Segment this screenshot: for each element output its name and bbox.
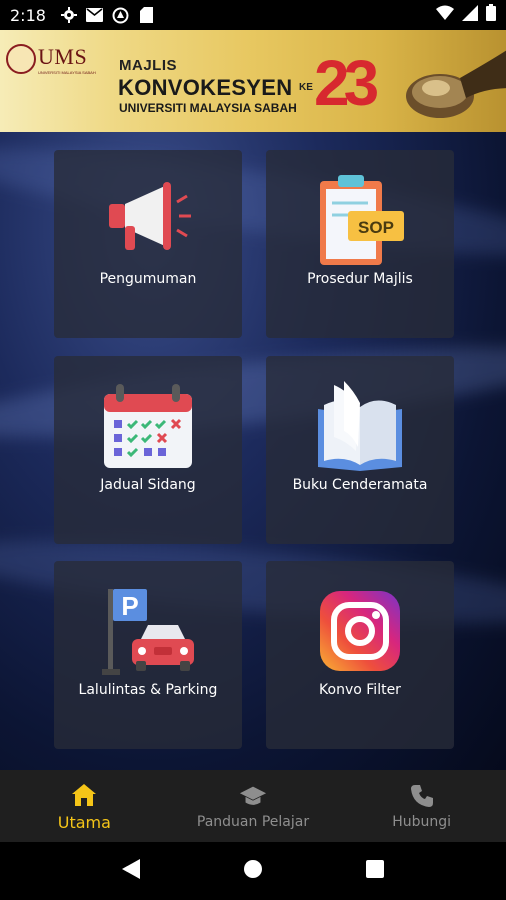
status-time: 2:18 (10, 5, 46, 25)
nav-label: Panduan Pelajar (196, 814, 310, 830)
back-icon[interactable] (121, 858, 140, 884)
nav-utama[interactable]: Utama (0, 770, 169, 842)
tile-label: Prosedur Majlis (307, 271, 413, 287)
wifi-icon (436, 5, 454, 25)
phone-icon (408, 782, 436, 810)
svg-text:P: P (121, 591, 138, 621)
menu-grid: Pengumuman SOP Prosedur Majlis Jadual Si… (0, 132, 506, 770)
ums-logo-subtext: UNIVERSITI MALAYSIA SABAH (38, 70, 96, 75)
battery-icon (486, 4, 496, 26)
banner-ke: KE (299, 82, 313, 93)
tile-label: Pengumuman (99, 271, 197, 287)
svg-text:SOP: SOP (358, 218, 394, 237)
nav-hubungi[interactable]: Hubungi (337, 770, 506, 842)
banner-line1: MAJLIS (119, 57, 178, 74)
home-button-icon[interactable] (243, 859, 263, 884)
tile-prosedur-majlis[interactable]: SOP Prosedur Majlis (266, 150, 454, 338)
tile-buku-cenderamata[interactable]: Buku Cenderamata (266, 356, 454, 544)
tile-jadual-sidang[interactable]: Jadual Sidang (54, 356, 242, 544)
calendar-icon (100, 378, 196, 474)
status-bar: 2:18 (0, 0, 506, 30)
banner-number: 23 (314, 47, 379, 119)
nav-label: Utama (57, 812, 111, 832)
tile-label: Lalulintas & Parking (78, 682, 218, 698)
sop-clipboard-icon: SOP (312, 172, 408, 268)
signal-icon (462, 4, 478, 26)
book-icon (312, 378, 408, 474)
tile-label: Jadual Sidang (100, 477, 196, 493)
mail-icon (86, 6, 104, 24)
ums-logo-text: UMS (38, 44, 88, 69)
nav-panduan-pelajar[interactable]: Panduan Pelajar (169, 770, 338, 842)
bottom-navigation: Utama Panduan Pelajar Hubungi (0, 770, 506, 842)
graduation-cap-icon (239, 782, 267, 810)
home-icon (70, 781, 98, 809)
sd-card-icon (138, 6, 156, 24)
instagram-icon (312, 583, 408, 679)
vpn-icon (112, 6, 130, 24)
ums-crest-icon (6, 44, 36, 74)
nav-label: Hubungi (392, 814, 452, 830)
tile-label: Buku Cenderamata (292, 477, 428, 493)
status-right (436, 4, 496, 26)
banner-line2: KONVOKESYEN (118, 75, 293, 100)
parking-icon: P (100, 583, 196, 679)
tanjak-decoration-icon (406, 50, 506, 118)
convocation-banner: UMS UNIVERSITI MALAYSIA SABAH MAJLIS KON… (0, 30, 506, 132)
banner-line3: UNIVERSITI MALAYSIA SABAH (119, 101, 297, 115)
tile-pengumuman[interactable]: Pengumuman (54, 150, 242, 338)
system-navigation-bar (0, 842, 506, 900)
gear-icon (60, 6, 78, 24)
tile-label: Konvo Filter (319, 682, 401, 698)
recents-icon[interactable] (366, 859, 385, 883)
tile-lalulintas-parking[interactable]: P Lalulintas & Parking (54, 561, 242, 749)
tile-konvo-filter[interactable]: Konvo Filter (266, 561, 454, 749)
megaphone-icon (100, 172, 196, 268)
